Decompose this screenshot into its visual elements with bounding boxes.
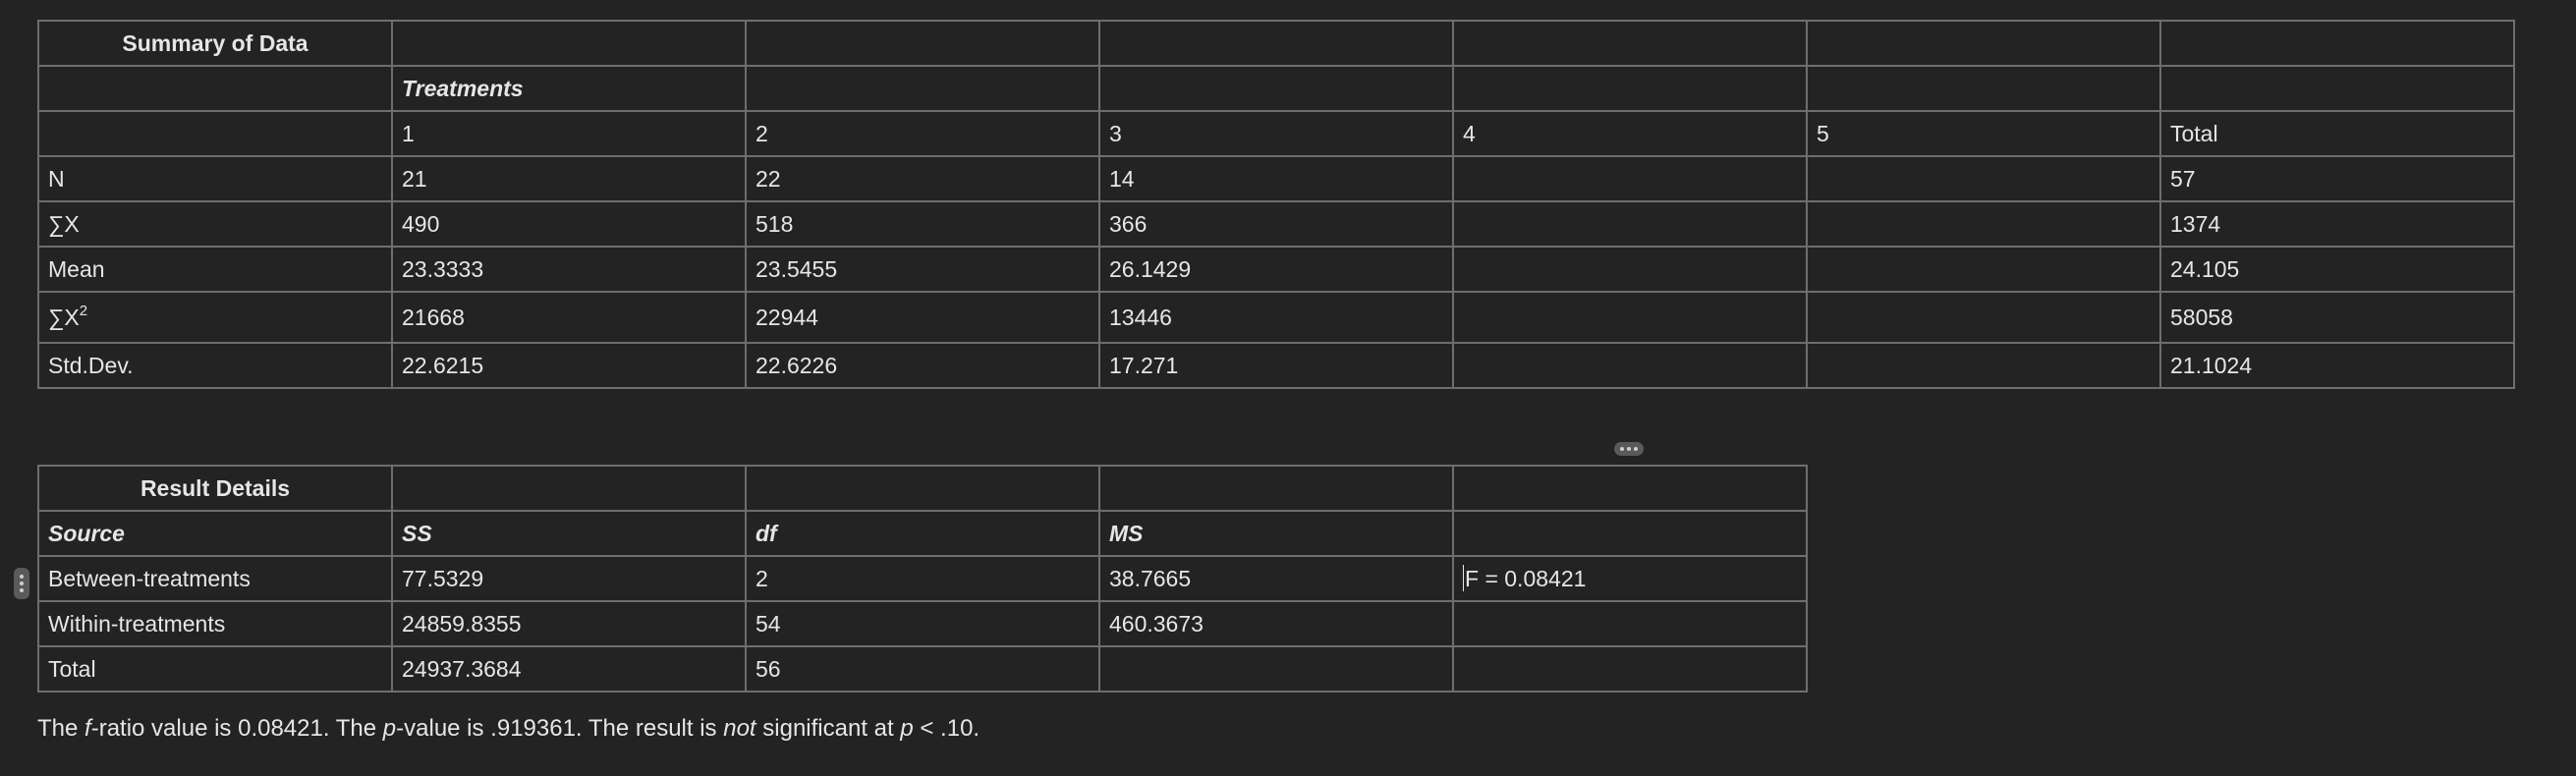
table-cell[interactable] <box>1452 600 1808 647</box>
table-options-handle[interactable] <box>1614 442 1644 456</box>
result-title[interactable]: Result Details <box>37 465 393 512</box>
table-cell[interactable]: 57 <box>2159 155 2515 202</box>
table-cell[interactable] <box>1806 200 2161 248</box>
column-header[interactable]: SS <box>391 510 747 557</box>
row-label[interactable]: Within-treatments <box>37 600 393 647</box>
table-cell[interactable]: 23.3333 <box>391 246 747 293</box>
table-cell[interactable]: 518 <box>745 200 1100 248</box>
table-cell[interactable]: 24937.3684 <box>391 645 747 693</box>
table-cell[interactable]: 13446 <box>1098 291 1454 344</box>
table-cell[interactable] <box>1098 645 1454 693</box>
table-row: Source SS df MS <box>37 510 1808 557</box>
table-cell[interactable]: 22 <box>745 155 1100 202</box>
row-label[interactable]: Std.Dev. <box>37 342 393 389</box>
table-cell[interactable]: 22.6215 <box>391 342 747 389</box>
table-cell[interactable]: 24.105 <box>2159 246 2515 293</box>
table-row: Mean 23.3333 23.5455 26.1429 24.105 <box>37 246 2515 293</box>
column-header[interactable]: Source <box>37 510 393 557</box>
table-cell[interactable]: 2 <box>745 555 1100 602</box>
table-row: Between-treatments 77.5329 2 38.7665 F =… <box>37 555 1808 602</box>
table-cell[interactable] <box>1806 291 2161 344</box>
f-value-cell[interactable]: F = 0.08421 <box>1452 555 1808 602</box>
column-header[interactable]: Total <box>2159 110 2515 157</box>
table-cell[interactable]: 490 <box>391 200 747 248</box>
table-cell[interactable]: 21.1024 <box>2159 342 2515 389</box>
column-header[interactable]: MS <box>1098 510 1454 557</box>
table-row: Total 24937.3684 56 <box>37 645 1808 693</box>
superscript: 2 <box>79 302 88 319</box>
table-cell[interactable] <box>1452 342 1808 389</box>
table-row: N 21 22 14 57 <box>37 155 2515 202</box>
column-header[interactable]: 3 <box>1098 110 1454 157</box>
table-cell[interactable]: 22.6226 <box>745 342 1100 389</box>
column-header[interactable]: 1 <box>391 110 747 157</box>
table-row: ∑X 490 518 366 1374 <box>37 200 2515 248</box>
table-cell[interactable]: 38.7665 <box>1098 555 1454 602</box>
treatments-label[interactable]: Treatments <box>391 65 747 112</box>
summary-title[interactable]: Summary of Data <box>37 20 393 67</box>
table-cell[interactable]: 366 <box>1098 200 1454 248</box>
result-table: Result Details Source SS df MS Between-t… <box>37 465 1808 693</box>
table-cell[interactable]: 54 <box>745 600 1100 647</box>
table-cell[interactable] <box>1452 200 1808 248</box>
table-cell[interactable]: 22944 <box>745 291 1100 344</box>
table-row: 1 2 3 4 5 Total <box>37 110 2515 157</box>
row-label[interactable]: Mean <box>37 246 393 293</box>
table-cell[interactable]: 21 <box>391 155 747 202</box>
table-cell[interactable]: 17.271 <box>1098 342 1454 389</box>
column-header[interactable]: df <box>745 510 1100 557</box>
table-cell[interactable]: 56 <box>745 645 1100 693</box>
table-cell[interactable]: 26.1429 <box>1098 246 1454 293</box>
table-cell[interactable] <box>1806 246 2161 293</box>
table-row: Within-treatments 24859.8355 54 460.3673 <box>37 600 1808 647</box>
row-drag-handle[interactable] <box>14 568 29 599</box>
table-cell[interactable]: 1374 <box>2159 200 2515 248</box>
table-cell[interactable] <box>1452 291 1808 344</box>
column-header[interactable]: 4 <box>1452 110 1808 157</box>
table-cell[interactable]: 14 <box>1098 155 1454 202</box>
column-header[interactable]: 2 <box>745 110 1100 157</box>
column-header[interactable]: 5 <box>1806 110 2161 157</box>
table-cell[interactable]: 21668 <box>391 291 747 344</box>
table-cell[interactable] <box>1452 155 1808 202</box>
table-row: Summary of Data <box>37 20 2515 67</box>
table-row: ∑X2 21668 22944 13446 58058 <box>37 291 2515 344</box>
table-cell[interactable] <box>1806 155 2161 202</box>
table-cell[interactable] <box>1452 246 1808 293</box>
table-cell[interactable] <box>1806 342 2161 389</box>
row-label[interactable]: N <box>37 155 393 202</box>
table-cell[interactable]: 24859.8355 <box>391 600 747 647</box>
conclusion-text: The f-ratio value is 0.08421. The p-valu… <box>37 715 980 742</box>
table-cell[interactable]: 77.5329 <box>391 555 747 602</box>
row-label[interactable]: Between-treatments <box>37 555 393 602</box>
summary-table: Summary of Data Treatments 1 2 3 4 5 Tot… <box>37 20 2515 389</box>
table-cell[interactable]: 58058 <box>2159 291 2515 344</box>
text-cursor <box>1463 565 1464 591</box>
table-row: Treatments <box>37 65 2515 112</box>
table-cell[interactable] <box>1452 645 1808 693</box>
table-cell[interactable]: 23.5455 <box>745 246 1100 293</box>
row-label[interactable]: ∑X <box>37 200 393 248</box>
row-label[interactable]: Total <box>37 645 393 693</box>
row-label[interactable]: ∑X2 <box>37 291 393 344</box>
table-row: Std.Dev. 22.6215 22.6226 17.271 21.1024 <box>37 342 2515 389</box>
table-cell[interactable]: 460.3673 <box>1098 600 1454 647</box>
table-row: Result Details <box>37 465 1808 512</box>
